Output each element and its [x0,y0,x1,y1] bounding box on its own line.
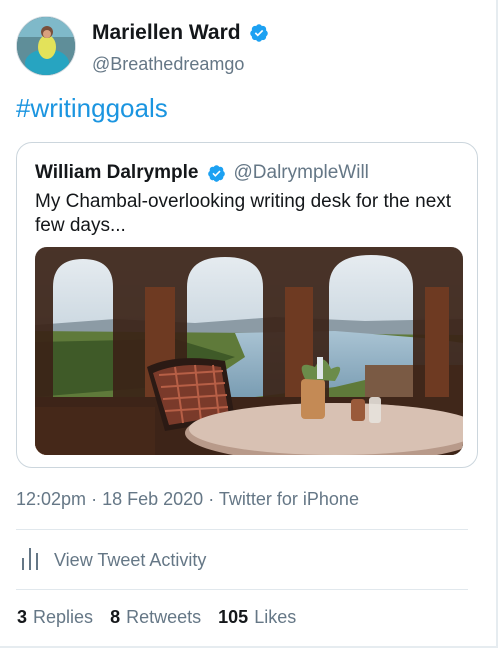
likes-label: Likes [254,607,297,627]
bar-chart-icon [20,546,42,575]
divider [16,529,468,530]
quoted-tweet-text: My Chambal-overlooking writing desk for … [35,191,452,236]
replies-count: 3 [17,607,28,627]
meta-separator: · [208,489,215,509]
tweet-stats: 3 Replies 8 Retweets 105 Likes [17,605,308,629]
author-handle[interactable]: @Breathedreamgo [92,53,244,75]
tweet-header: Mariellen Ward @Breathedreamgo [16,16,476,76]
verified-badge-icon [249,23,269,43]
quoted-author-name: William Dalrymple [35,162,199,183]
view-tweet-activity-label: View Tweet Activity [54,549,207,570]
tweet-source[interactable]: Twitter for iPhone [219,489,359,509]
desk-overlooking-river-image [35,247,463,455]
likes-stat[interactable]: 105 Likes [218,605,296,629]
avatar-image [17,17,75,75]
retweets-count: 8 [110,607,121,627]
meta-separator: · [91,489,98,509]
quoted-tweet-photo[interactable] [35,247,463,455]
author-name[interactable]: Mariellen Ward [92,20,241,46]
avatar[interactable] [16,16,76,76]
likes-count: 105 [218,607,249,627]
quoted-tweet[interactable]: William Dalrymple @DalrympleWill My Cham… [16,142,478,468]
tweet-text-hashtag[interactable]: #writinggoals [16,92,168,124]
retweets-stat[interactable]: 8 Retweets [110,605,201,629]
tweet-time[interactable]: 12:02pm [16,489,86,509]
tweet-meta: 12:02pm · 18 Feb 2020 · Twitter for iPho… [16,486,359,512]
replies-label: Replies [33,607,94,627]
divider [16,589,468,590]
quoted-author-handle: @DalrympleWill [233,162,369,183]
view-tweet-activity-button[interactable]: View Tweet Activity [20,545,206,575]
verified-badge-icon [207,164,226,183]
replies-stat[interactable]: 3 Replies [17,605,93,629]
retweets-label: Retweets [126,607,202,627]
tweet-date[interactable]: 18 Feb 2020 [102,489,203,509]
